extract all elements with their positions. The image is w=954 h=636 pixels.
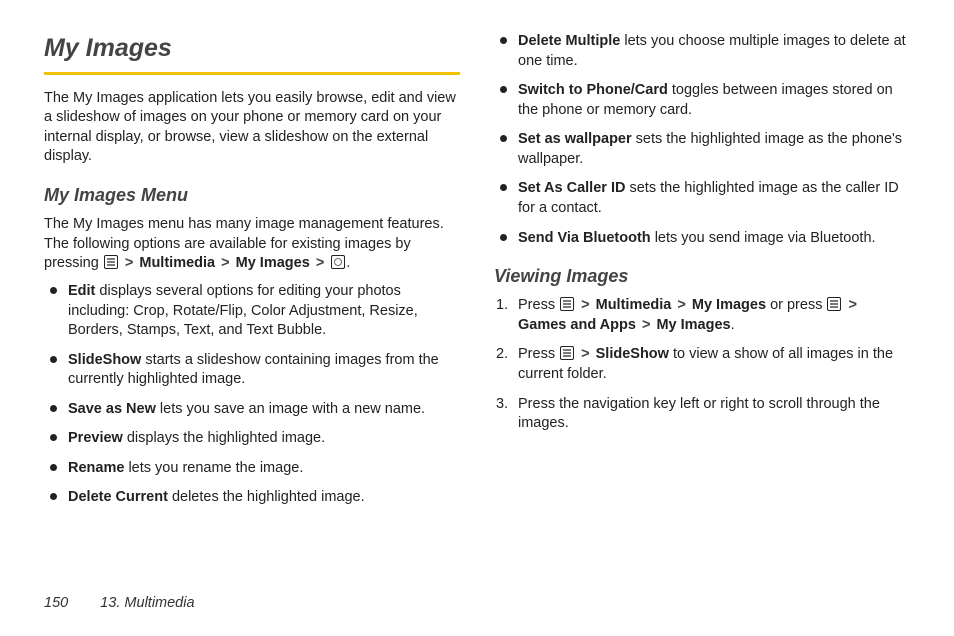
option-text: lets you save an image with a new name. (156, 401, 425, 417)
breadcrumb-seg: Games and Apps (518, 317, 636, 333)
menu-key-icon (560, 297, 574, 311)
page-title: My Images (44, 32, 460, 75)
option-text: displays the highlighted image. (123, 430, 325, 446)
option-label: Save as New (68, 401, 156, 417)
option-label: Edit (68, 283, 95, 299)
intro-paragraph: The My Images application lets you easil… (44, 89, 460, 167)
step-text: Press (518, 346, 559, 362)
option-text: lets you send image via Bluetooth. (651, 230, 876, 246)
list-item: Set As Caller ID sets the highlighted im… (494, 179, 910, 218)
content-columns: My Images The My Images application lets… (44, 32, 910, 552)
option-label: Set as wallpaper (518, 131, 632, 147)
section-heading-viewing: Viewing Images (494, 264, 910, 288)
chevron-right-icon: > (849, 297, 857, 313)
list-item: Edit displays several options for editin… (44, 282, 460, 341)
step-text: Press (518, 297, 559, 313)
page-number: 150 (44, 595, 68, 611)
step-text: to view a show of all images in the curr… (518, 346, 893, 382)
menu-key-icon (827, 297, 841, 311)
option-text: deletes the highlighted image. (168, 489, 365, 505)
option-label: Delete Multiple (518, 33, 620, 49)
list-item: Set as wallpaper sets the highlighted im… (494, 130, 910, 169)
chevron-right-icon: > (125, 255, 133, 271)
chevron-right-icon: > (316, 255, 324, 271)
list-item: Switch to Phone/Card toggles between ima… (494, 81, 910, 120)
list-item: Save as New lets you save an image with … (44, 400, 460, 420)
chevron-right-icon: > (677, 297, 685, 313)
list-item: Rename lets you rename the image. (44, 459, 460, 479)
page-footer: 150 13. Multimedia (44, 594, 195, 614)
breadcrumb-seg: My Images (656, 317, 730, 333)
step-text: or press (766, 297, 826, 313)
list-item: SlideShow starts a slideshow containing … (44, 351, 460, 390)
option-label: Preview (68, 430, 123, 446)
chapter-label: 13. Multimedia (100, 595, 194, 611)
list-item: Preview displays the highlighted image. (44, 429, 460, 449)
chevron-right-icon: > (642, 317, 650, 333)
option-label: Switch to Phone/Card (518, 82, 668, 98)
breadcrumb-seg: SlideShow (596, 346, 669, 362)
menu-key-icon (560, 346, 574, 360)
breadcrumb-seg: Multimedia (596, 297, 672, 313)
list-item: Press > Multimedia > My Images or press … (494, 296, 910, 335)
list-item: Press > SlideShow to view a show of all … (494, 345, 910, 384)
list-item: Send Via Bluetooth lets you send image v… (494, 229, 910, 249)
step-text: . (731, 317, 735, 333)
option-text: lets you rename the image. (124, 460, 303, 476)
menu-intro: The My Images menu has many image manage… (44, 215, 460, 274)
breadcrumb-seg: Multimedia (139, 255, 215, 271)
breadcrumb-seg: My Images (236, 255, 310, 271)
option-label: Set As Caller ID (518, 180, 625, 196)
list-item: Press the navigation key left or right t… (494, 395, 910, 434)
list-item: Delete Current deletes the highlighted i… (44, 488, 460, 508)
chevron-right-icon: > (581, 346, 589, 362)
options-key-icon (331, 255, 345, 269)
chevron-right-icon: > (221, 255, 229, 271)
option-label: Send Via Bluetooth (518, 230, 651, 246)
option-label: Delete Current (68, 489, 168, 505)
list-item: Delete Multiple lets you choose multiple… (494, 32, 910, 71)
menu-key-icon (104, 255, 118, 269)
option-text: displays several options for editing you… (68, 283, 418, 338)
chevron-right-icon: > (581, 297, 589, 313)
breadcrumb-seg: My Images (692, 297, 766, 313)
option-label: Rename (68, 460, 124, 476)
viewing-steps: Press > Multimedia > My Images or press … (494, 296, 910, 433)
option-label: SlideShow (68, 352, 141, 368)
section-heading-menu: My Images Menu (44, 183, 460, 207)
